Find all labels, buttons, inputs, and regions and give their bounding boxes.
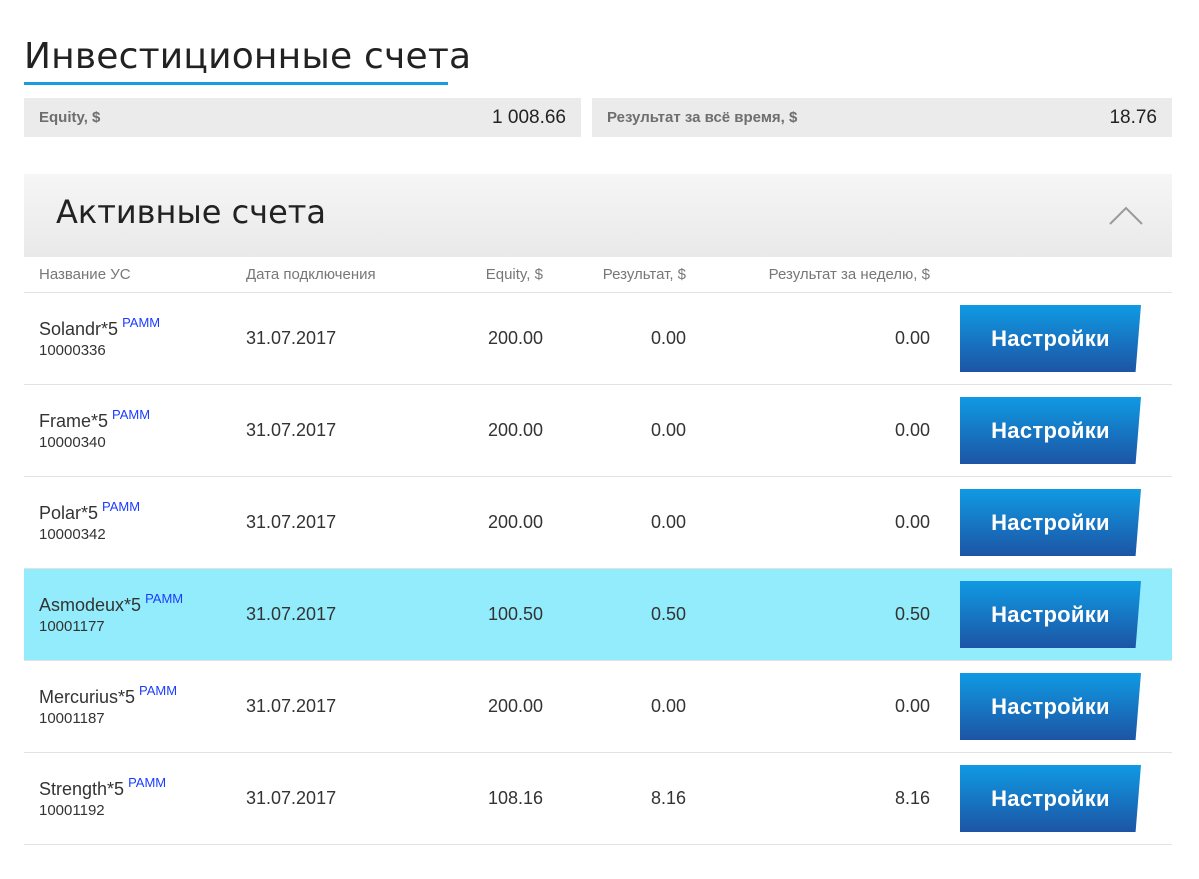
- week-result-value: 0.50: [686, 568, 930, 661]
- week-result-value: 0.00: [686, 476, 930, 569]
- actions-cell: Настройки: [930, 752, 1172, 845]
- table-row: Frame*5 PAMM 10000340 31.07.2017 200.00 0…: [24, 384, 1172, 477]
- account-name-cell: Mercurius*5 PAMM 10001187: [24, 660, 246, 753]
- table-row: Polar*5 PAMM 10000342 31.07.2017 200.00 0…: [24, 476, 1172, 569]
- account-type-badge: PAMM: [122, 314, 161, 330]
- result-summary-label: Результат за всё время, $: [607, 109, 798, 126]
- equity-value: 200.00: [436, 384, 543, 477]
- equity-summary: Equity, $ 1 008.66: [24, 98, 581, 137]
- equity-value: 100.50: [436, 568, 543, 661]
- result-value: 0.00: [543, 384, 686, 477]
- week-result-value: 0.00: [686, 292, 930, 385]
- account-type-badge: PAMM: [139, 682, 178, 698]
- account-number: 10000336: [39, 341, 106, 359]
- accounts-table: Название УС Дата подключения Equity, $ Р…: [24, 257, 1172, 845]
- week-result-value: 0.00: [686, 660, 930, 753]
- account-name[interactable]: Solandr*5: [39, 319, 118, 339]
- account-number: 10001192: [39, 801, 105, 819]
- connection-date: 31.07.2017: [246, 476, 436, 569]
- account-number: 10001187: [39, 709, 105, 727]
- connection-date: 31.07.2017: [246, 292, 436, 385]
- main-content: Инвестиционные счета Equity, $ 1 008.66 …: [24, 0, 1172, 845]
- account-name[interactable]: Polar*5: [39, 503, 98, 523]
- settings-button[interactable]: Настройки: [960, 673, 1141, 740]
- account-number: 10000340: [39, 433, 106, 451]
- result-value: 0.50: [543, 568, 686, 661]
- equity-value: 108.16: [436, 752, 543, 845]
- equity-value: 200.00: [436, 476, 543, 569]
- table-row: Mercurius*5 PAMM 10001187 31.07.2017 200.…: [24, 660, 1172, 753]
- account-type-badge: PAMM: [128, 774, 167, 790]
- account-type-badge: PAMM: [145, 590, 184, 606]
- table-row: Solandr*5 PAMM 10000336 31.07.2017 200.00…: [24, 292, 1172, 385]
- column-header-result: Результат, $: [543, 257, 686, 293]
- result-value: 0.00: [543, 476, 686, 569]
- equity-value: 200.00: [436, 660, 543, 753]
- week-result-value: 8.16: [686, 752, 930, 845]
- actions-cell: Настройки: [930, 384, 1172, 477]
- connection-date: 31.07.2017: [246, 752, 436, 845]
- equity-summary-label: Equity, $: [39, 109, 101, 126]
- column-header-date: Дата подключения: [246, 257, 436, 293]
- account-name[interactable]: Mercurius*5: [39, 687, 135, 707]
- account-number: 10000342: [39, 525, 106, 543]
- table-row-highlighted: Asmodeux*5 PAMM 10001177 31.07.2017 100.5…: [24, 568, 1172, 661]
- actions-cell: Настройки: [930, 568, 1172, 661]
- account-type-badge: PAMM: [102, 498, 141, 514]
- connection-date: 31.07.2017: [246, 660, 436, 753]
- connection-date: 31.07.2017: [246, 384, 436, 477]
- table-header-row: Название УС Дата подключения Equity, $ Р…: [24, 257, 1172, 293]
- actions-cell: Настройки: [930, 292, 1172, 385]
- settings-button[interactable]: Настройки: [960, 581, 1141, 648]
- actions-cell: Настройки: [930, 660, 1172, 753]
- column-header-equity: Equity, $: [436, 257, 543, 293]
- page-title: Инвестиционные счета: [24, 36, 472, 77]
- chevron-up-icon[interactable]: [1108, 204, 1144, 226]
- result-summary: Результат за всё время, $ 18.76: [592, 98, 1172, 137]
- result-value: 0.00: [543, 292, 686, 385]
- summary-bar: Equity, $ 1 008.66 Результат за всё врем…: [24, 98, 1172, 137]
- account-name-cell: Solandr*5 PAMM 10000336: [24, 292, 246, 385]
- result-value: 8.16: [543, 752, 686, 845]
- connection-date: 31.07.2017: [246, 568, 436, 661]
- account-name-cell: Asmodeux*5 PAMM 10001177: [24, 568, 246, 661]
- account-name[interactable]: Asmodeux*5: [39, 595, 141, 615]
- table-row: Strength*5 PAMM 10001192 31.07.2017 108.1…: [24, 752, 1172, 845]
- account-name[interactable]: Strength*5: [39, 779, 124, 799]
- account-name-cell: Strength*5 PAMM 10001192: [24, 752, 246, 845]
- title-underline: [24, 82, 448, 85]
- settings-button[interactable]: Настройки: [960, 305, 1141, 372]
- settings-button[interactable]: Настройки: [960, 397, 1141, 464]
- account-name-cell: Frame*5 PAMM 10000340: [24, 384, 246, 477]
- actions-cell: Настройки: [930, 476, 1172, 569]
- account-name[interactable]: Frame*5: [39, 411, 108, 431]
- account-type-badge: PAMM: [112, 406, 151, 422]
- account-name-cell: Polar*5 PAMM 10000342: [24, 476, 246, 569]
- column-header-actions: [930, 257, 1172, 293]
- account-number: 10001177: [39, 617, 105, 635]
- active-accounts-header: Активные счета: [24, 174, 1172, 257]
- settings-button[interactable]: Настройки: [960, 489, 1141, 556]
- panel-title: Активные счета: [56, 193, 326, 231]
- equity-value: 200.00: [436, 292, 543, 385]
- column-header-week-result: Результат за неделю, $: [686, 257, 930, 293]
- result-summary-value: 18.76: [1109, 106, 1157, 128]
- column-header-name: Название УС: [24, 257, 246, 293]
- result-value: 0.00: [543, 660, 686, 753]
- settings-button[interactable]: Настройки: [960, 765, 1141, 832]
- equity-summary-value: 1 008.66: [492, 106, 566, 128]
- week-result-value: 0.00: [686, 384, 930, 477]
